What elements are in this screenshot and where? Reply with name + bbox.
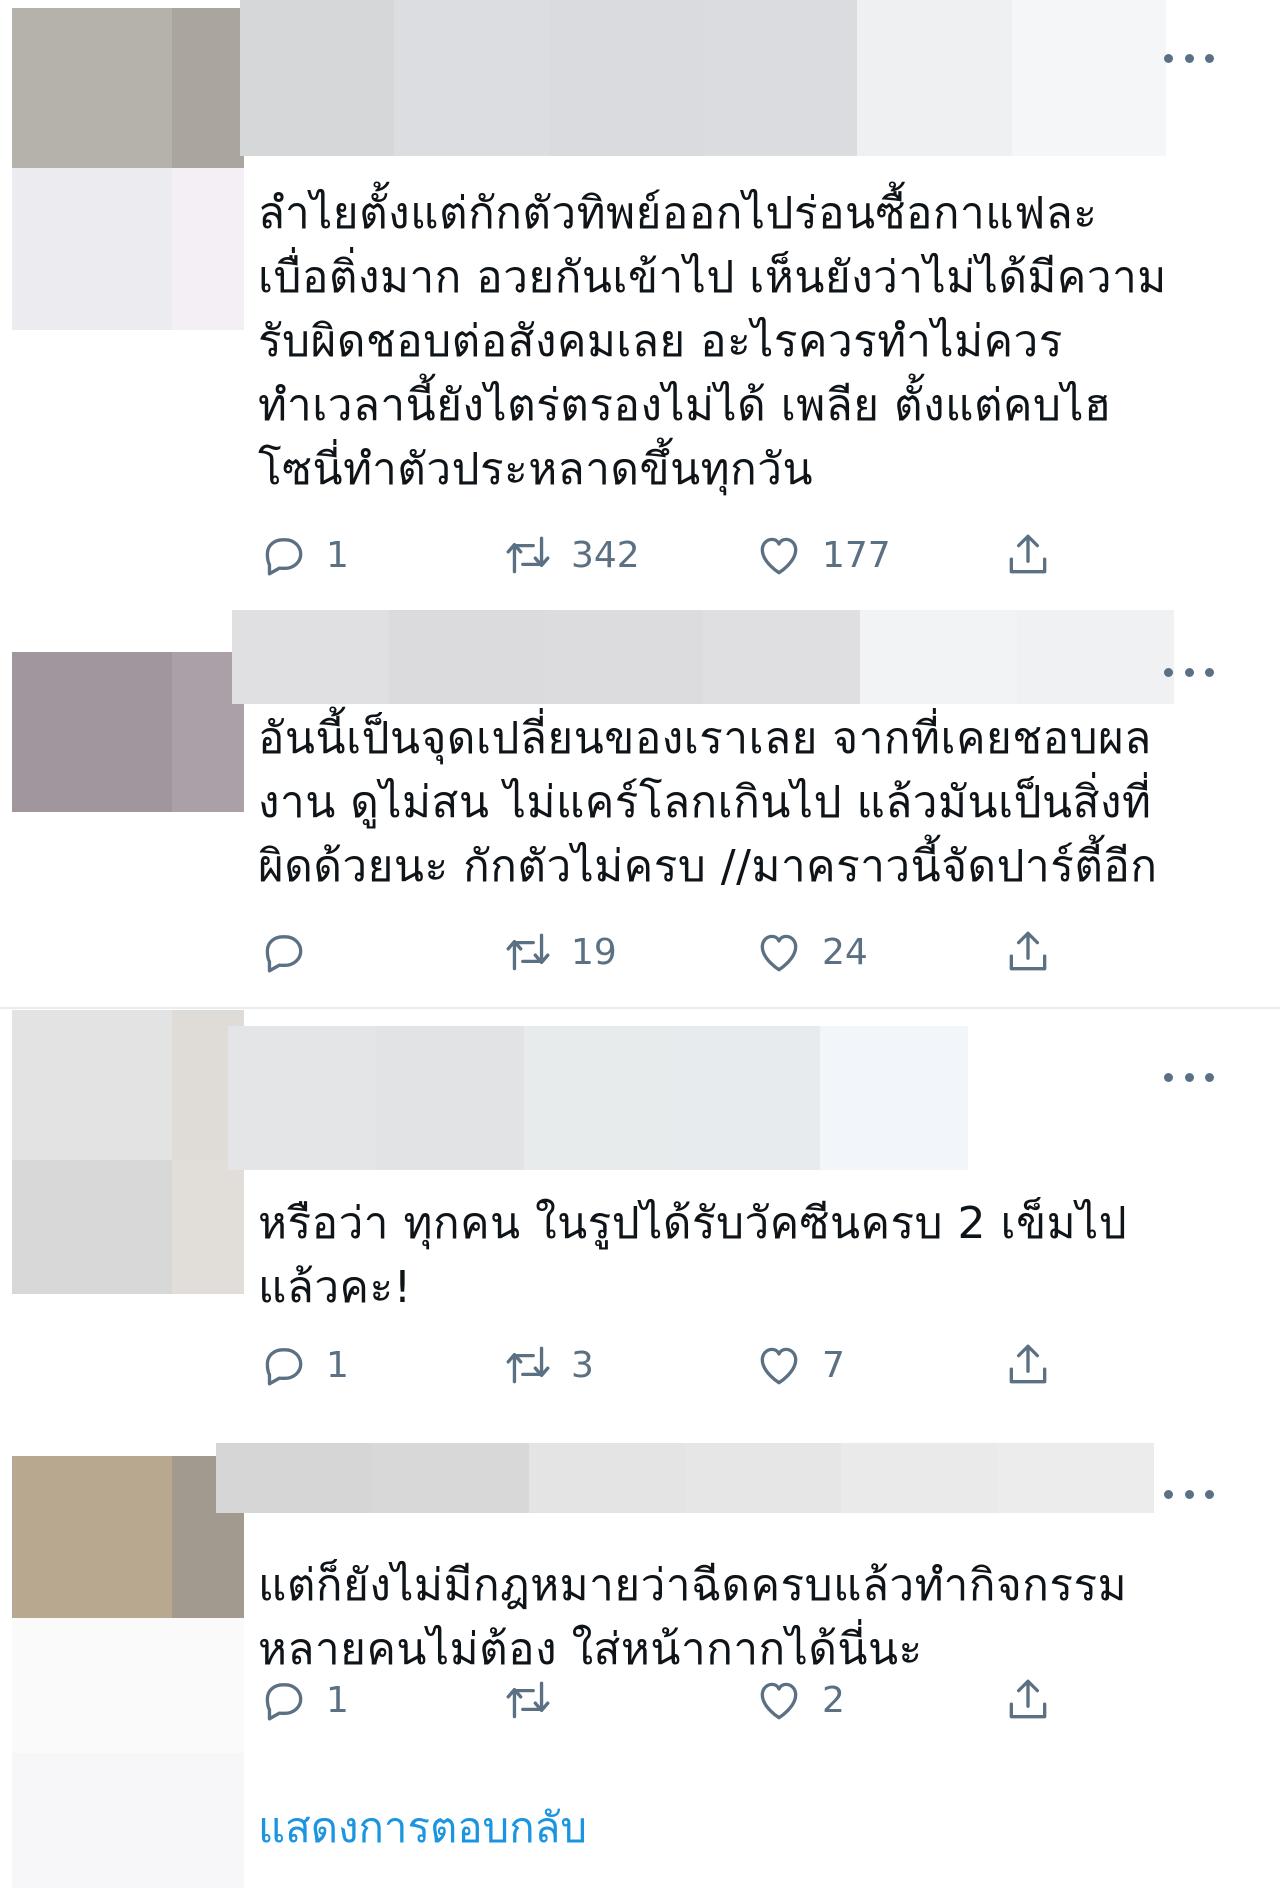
share-icon — [1009, 931, 1047, 971]
share-icon — [1009, 534, 1047, 574]
author-name-blurred[interactable] — [240, 0, 1166, 156]
share-button[interactable] — [1003, 922, 1053, 982]
tweet-text: ลำไยตั้งแต่กักตัวทิพย์ออกไปร่อนซื้อกาแฟล… — [258, 188, 1167, 495]
reply-icon — [265, 935, 303, 973]
reply-button[interactable]: 1 — [258, 1670, 349, 1730]
reply-icon — [265, 1348, 303, 1386]
more-icon[interactable] — [1164, 1067, 1214, 1087]
tweet-4[interactable]: แต่ก็ยังไม่มีกฎหมายว่าฉีดครบแล้วทำกิจกรร… — [0, 1440, 1280, 1894]
reply-button[interactable] — [258, 922, 326, 982]
divider — [0, 1007, 1280, 1009]
tweet-text: หรือว่า ทุกคน ในรูปได้รับวัคซีนครบ 2 เข็… — [258, 1198, 1128, 1313]
tweet-actions: 1 3 7 — [258, 1335, 1118, 1395]
retweet-icon — [506, 536, 550, 574]
heart-icon — [760, 934, 798, 972]
tweet-text: แต่ก็ยังไม่มีกฎหมายว่าฉีดครบแล้วทำกิจกรร… — [258, 1560, 1128, 1675]
like-button[interactable]: 177 — [754, 525, 891, 585]
author-name-blurred[interactable] — [228, 1026, 968, 1170]
tweet-text: อันนี้เป็นจุดเปลี่ยนของเราเลย จากที่เคยช… — [258, 713, 1158, 892]
heart-icon — [760, 1347, 798, 1385]
tweet-actions: 1 342 177 — [258, 525, 1118, 585]
more-icon[interactable] — [1164, 1484, 1214, 1504]
share-button[interactable] — [1003, 1335, 1053, 1395]
author-name-blurred[interactable] — [216, 1443, 1154, 1513]
share-icon — [1009, 1344, 1047, 1384]
retweet-count: 3 — [571, 1344, 594, 1386]
tweet-1[interactable]: ลำไยตั้งแต่กักตัวทิพย์ออกไปร่อนซื้อกาแฟล… — [0, 0, 1280, 610]
reply-icon — [265, 1683, 303, 1721]
like-count: 177 — [822, 534, 891, 576]
more-icon[interactable] — [1164, 662, 1214, 682]
like-count: 7 — [822, 1344, 845, 1386]
like-count: 2 — [822, 1679, 845, 1721]
share-button[interactable] — [1003, 525, 1053, 585]
retweet-icon — [506, 1681, 550, 1719]
heart-icon — [760, 537, 798, 575]
like-button[interactable]: 2 — [754, 1670, 845, 1730]
reply-icon — [265, 538, 303, 576]
tweet-actions: 1 2 — [258, 1670, 1118, 1730]
tweet-actions: 19 24 — [258, 922, 1118, 982]
avatar[interactable] — [12, 1456, 244, 1618]
tweet-3[interactable]: หรือว่า ทุกคน ในรูปได้รับวัคซีนครบ 2 เข็… — [0, 1010, 1280, 1440]
reply-count: 1 — [326, 1679, 349, 1721]
like-button[interactable]: 7 — [754, 1335, 845, 1395]
retweet-icon — [506, 933, 550, 971]
reply-button[interactable]: 1 — [258, 525, 349, 585]
reply-count: 1 — [326, 1344, 349, 1386]
retweet-button[interactable]: 19 — [503, 922, 617, 982]
share-icon — [1009, 1679, 1047, 1719]
retweet-count: 19 — [571, 931, 617, 973]
retweet-icon — [506, 1346, 550, 1384]
share-button[interactable] — [1003, 1670, 1053, 1730]
reply-count: 1 — [326, 534, 349, 576]
reply-button[interactable]: 1 — [258, 1335, 349, 1395]
retweet-count: 342 — [571, 534, 640, 576]
avatar[interactable] — [12, 8, 244, 330]
retweet-button[interactable]: 3 — [503, 1335, 594, 1395]
retweet-button[interactable]: 342 — [503, 525, 640, 585]
like-button[interactable]: 24 — [754, 922, 868, 982]
avatar[interactable] — [12, 652, 244, 812]
like-count: 24 — [822, 931, 868, 973]
show-replies-link[interactable]: แสดงการตอบกลับ — [258, 1795, 587, 1861]
retweet-button[interactable] — [503, 1670, 571, 1730]
tweet-2[interactable]: อันนี้เป็นจุดเปลี่ยนของเราเลย จากที่เคยช… — [0, 610, 1280, 1010]
author-name-blurred[interactable] — [232, 610, 1174, 704]
avatar[interactable] — [12, 1010, 244, 1294]
heart-icon — [760, 1682, 798, 1720]
avatar-blur-extension — [12, 1618, 244, 1888]
more-icon[interactable] — [1164, 48, 1214, 68]
